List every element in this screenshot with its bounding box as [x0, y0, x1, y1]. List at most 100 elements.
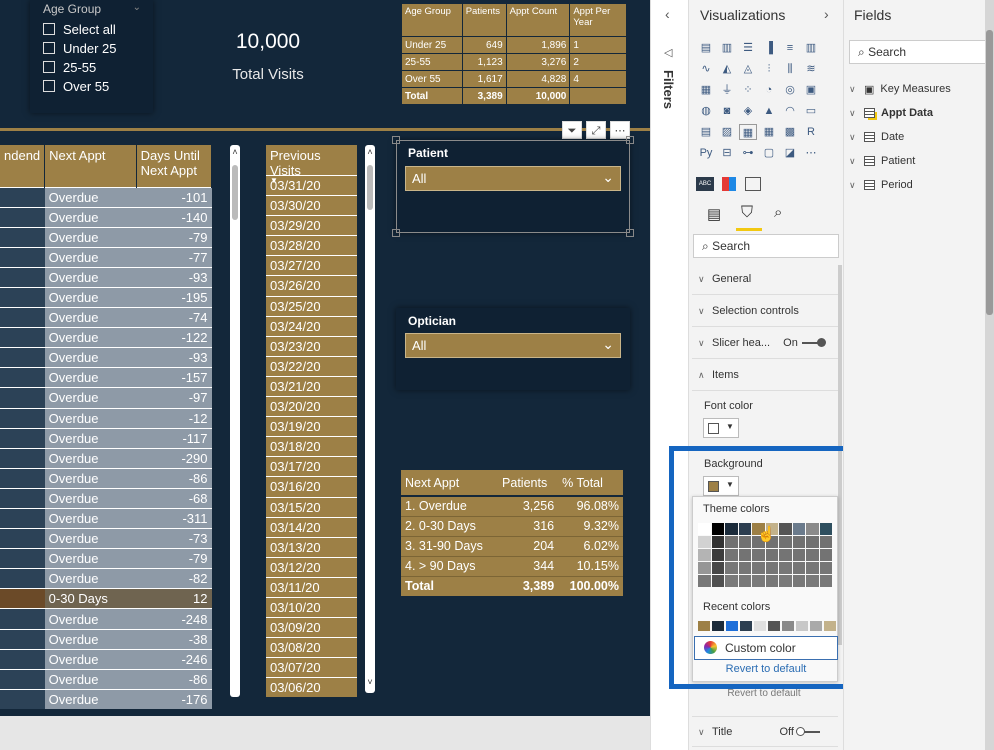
age-option-under-25[interactable]: Under 25	[43, 39, 116, 57]
percent-column-icon[interactable]: ▥	[802, 40, 820, 56]
chevron-right-icon[interactable]: ›	[824, 6, 829, 22]
analytics-icon[interactable]: ⌕	[774, 204, 782, 221]
table-row[interactable]: Overdue -290	[0, 447, 212, 469]
table-row[interactable]: 0-30 Days 12	[0, 588, 212, 609]
age-option-select-all[interactable]: Select all	[43, 20, 116, 38]
window-scrollbar[interactable]	[985, 0, 994, 750]
waterfall-icon[interactable]: ▦	[697, 82, 715, 98]
table-row[interactable]: Overdue -97	[0, 387, 212, 409]
table-row[interactable]: Overdue -86	[0, 467, 212, 489]
field-table-period[interactable]: ∨ Period	[849, 177, 913, 193]
stacked-column-icon[interactable]: ▥	[718, 40, 736, 56]
more-visuals-icon[interactable]: ⋯	[802, 145, 820, 161]
chevron-down-icon[interactable]: ⌄	[133, 2, 141, 13]
scatter-icon[interactable]: ⁘	[739, 82, 757, 98]
custom-visual-icon[interactable]	[745, 177, 761, 191]
date-slicer-item[interactable]: 03/27/20	[266, 255, 357, 276]
column-header[interactable]: Next Appt	[44, 145, 137, 187]
date-slicer-item[interactable]: 03/12/20	[266, 556, 357, 577]
kpi-icon[interactable]: ▨	[718, 124, 736, 140]
field-table-key-measures[interactable]: ∨ ▣ Key Measures	[849, 81, 951, 97]
table-row[interactable]: Overdue -93	[0, 266, 212, 288]
table-row[interactable]: Overdue -140	[0, 206, 212, 228]
shape-map-icon[interactable]: ◈	[739, 103, 757, 119]
date-slicer-item[interactable]: 03/24/20	[266, 315, 357, 336]
percent-bar-icon[interactable]: ≡	[781, 40, 799, 56]
date-slicer-item[interactable]: 03/23/20	[266, 335, 357, 356]
table-row[interactable]: Overdue -82	[0, 568, 212, 589]
format-paint-roller-icon[interactable]: ⛉	[741, 204, 753, 222]
date-slicer-item[interactable]: 03/10/20	[266, 596, 357, 618]
matrix-icon[interactable]: ▩	[781, 124, 799, 140]
area-chart-icon[interactable]: ◭	[718, 61, 736, 77]
stacked-area-icon[interactable]: ◬	[739, 61, 757, 77]
scroll-up-icon[interactable]: ˄	[230, 147, 240, 157]
resize-handle[interactable]	[626, 136, 634, 144]
field-table-patient[interactable]: ∨ Patient	[849, 153, 915, 169]
general-section[interactable]: ∨ General	[692, 264, 838, 295]
key-influencers-icon[interactable]: ⊟	[718, 145, 736, 161]
checkbox-icon[interactable]	[43, 23, 55, 35]
filter-icon[interactable]: ⏷	[562, 121, 582, 139]
column-header[interactable]: % Total	[558, 470, 623, 497]
column-header[interactable]: Patients	[461, 3, 507, 37]
smart-narrative-icon[interactable]: ◪	[781, 145, 799, 161]
ribbon-chart-icon[interactable]: ≋	[802, 61, 820, 77]
title-section[interactable]: ∨ Title Off	[692, 716, 838, 747]
chevron-left-icon[interactable]: ‹	[665, 6, 670, 22]
date-slicer-item[interactable]: 03/26/20	[266, 275, 357, 296]
date-slicer-item[interactable]: 03/31/20	[266, 175, 357, 196]
azure-map-icon[interactable]: ▲	[760, 103, 778, 119]
map-icon[interactable]: ◍	[697, 103, 715, 119]
age-option-25-55[interactable]: 25-55	[43, 58, 96, 76]
checkbox-icon[interactable]	[43, 80, 55, 92]
column-header[interactable]: Days Until Next Appt	[136, 145, 213, 187]
table-row[interactable]: Overdue -101	[0, 186, 212, 208]
selection-controls-section[interactable]: ∨ Selection controls	[692, 296, 838, 327]
clustered-column-icon[interactable]: ▐	[760, 40, 778, 56]
slicer-header-toggle[interactable]	[801, 338, 826, 348]
table-row[interactable]: Overdue -68	[0, 487, 212, 509]
date-slicer-item[interactable]: 03/15/20	[266, 496, 357, 517]
r-visual-icon[interactable]: R	[802, 124, 820, 140]
line-column-icon[interactable]: ⫶	[760, 61, 778, 77]
table-row[interactable]: Overdue -86	[0, 668, 212, 690]
title-toggle[interactable]	[795, 727, 820, 737]
scroll-thumb[interactable]	[986, 30, 993, 315]
treemap-icon[interactable]: ▣	[802, 82, 820, 98]
table-icon[interactable]: ▦	[760, 124, 778, 140]
filled-map-icon[interactable]: ◙	[718, 103, 736, 119]
date-slicer-item[interactable]: 03/19/20	[266, 416, 357, 437]
table-row[interactable]: Overdue -77	[0, 246, 212, 268]
column-header[interactable]: ndend	[0, 145, 46, 187]
table-row[interactable]: Overdue -79	[0, 548, 212, 569]
font-color-picker[interactable]: ▼	[703, 418, 739, 438]
slicer-header-section[interactable]: ∨ Slicer hea... On	[692, 328, 838, 359]
field-table-date[interactable]: ∨ Date	[849, 129, 904, 145]
date-slicer-item[interactable]: 03/18/20	[266, 436, 357, 457]
date-slicer-item[interactable]: 03/30/20	[266, 195, 357, 216]
fields-search-input[interactable]: ⌕ Search	[849, 40, 989, 64]
column-header[interactable]: Next Appt	[401, 470, 499, 497]
funnel-icon[interactable]: ⏚	[718, 82, 736, 98]
table-row[interactable]: Overdue -73	[0, 528, 212, 549]
date-slicer-item[interactable]: 03/25/20	[266, 295, 357, 316]
scroll-down-icon[interactable]: ˅	[365, 677, 375, 687]
column-header[interactable]: Age Group	[401, 3, 463, 37]
python-visual-icon[interactable]: Py	[697, 145, 715, 161]
optician-dropdown[interactable]: All ⌄	[405, 333, 621, 358]
date-slicer-item[interactable]: 03/07/20	[266, 657, 357, 678]
date-slicer-item[interactable]: 03/14/20	[266, 516, 357, 537]
date-slicer-item[interactable]: 03/13/20	[266, 536, 357, 557]
column-header[interactable]: Appt Count	[505, 3, 571, 37]
date-slicer-item[interactable]: 03/06/20	[266, 677, 357, 698]
custom-visual-icon[interactable]	[722, 177, 736, 191]
custom-visual-icon[interactable]: ABC	[696, 177, 714, 191]
decomposition-tree-icon[interactable]: ⊶	[739, 145, 757, 161]
date-slicer-item[interactable]: 03/16/20	[266, 476, 357, 497]
resize-handle[interactable]	[392, 136, 400, 144]
table-row[interactable]: Overdue -38	[0, 628, 212, 650]
table-row[interactable]: Overdue -248	[0, 608, 212, 630]
resize-handle[interactable]	[392, 229, 400, 237]
scroll-thumb[interactable]	[232, 165, 238, 220]
